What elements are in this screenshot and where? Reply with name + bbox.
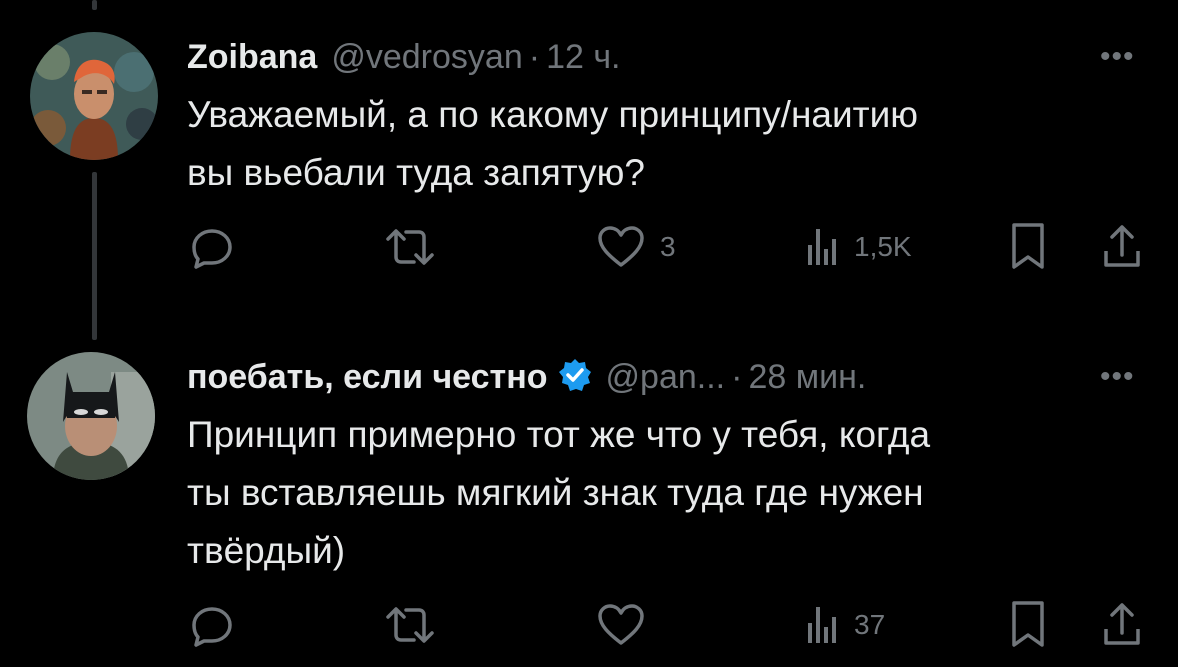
retweet-button[interactable] bbox=[382, 223, 438, 271]
author-handle[interactable]: @vedrosyan bbox=[331, 38, 522, 77]
tweet-text-line: твёрдый) bbox=[187, 530, 346, 571]
more-options-button[interactable]: ••• bbox=[1100, 40, 1135, 74]
reply-icon bbox=[192, 607, 232, 647]
like-button[interactable] bbox=[596, 601, 660, 649]
bookmark-button[interactable] bbox=[1008, 599, 1048, 649]
timestamp[interactable]: 12 ч. bbox=[546, 38, 620, 77]
tweet-text: Уважаемый, а по какому принципу/наитию в… bbox=[187, 86, 1147, 202]
avatar[interactable] bbox=[27, 352, 155, 480]
views-button[interactable]: 37 bbox=[804, 601, 885, 649]
view-count: 1,5K bbox=[854, 231, 912, 262]
share-button[interactable] bbox=[1100, 221, 1144, 271]
author-handle[interactable]: @pan... bbox=[606, 358, 726, 397]
reply-button[interactable] bbox=[188, 223, 236, 271]
separator-dot: · bbox=[528, 38, 541, 76]
tweet-text-line: Принцип примерно тот же что у тебя, когд… bbox=[187, 414, 931, 455]
tweet-actions: 3 1,5K bbox=[0, 218, 1178, 278]
tweet-header: поебать, если честно @pan... · 28 мин. bbox=[187, 358, 866, 401]
separator-dot: · bbox=[731, 358, 743, 396]
share-button[interactable] bbox=[1100, 599, 1144, 649]
view-count: 37 bbox=[854, 609, 886, 640]
timestamp[interactable]: 28 мин. bbox=[748, 358, 866, 397]
like-count: 3 bbox=[660, 231, 676, 262]
reply-icon bbox=[192, 229, 232, 269]
views-icon bbox=[808, 229, 836, 265]
tweet-text-line: вы вьебали туда запятую? bbox=[187, 152, 645, 193]
heart-icon bbox=[598, 604, 644, 645]
author-name[interactable]: Zoibana bbox=[187, 38, 317, 77]
avatar[interactable] bbox=[30, 32, 158, 160]
bookmark-icon bbox=[1012, 601, 1044, 647]
reply-button[interactable] bbox=[188, 601, 236, 649]
bookmark-button[interactable] bbox=[1008, 221, 1048, 271]
tweet-header: Zoibana @vedrosyan · 12 ч. bbox=[187, 38, 621, 77]
share-icon bbox=[1104, 603, 1140, 645]
like-button[interactable]: 3 bbox=[596, 223, 676, 271]
retweet-button[interactable] bbox=[382, 601, 438, 649]
thread-line bbox=[92, 0, 97, 10]
tweet-text: Принцип примерно тот же что у тебя, когд… bbox=[187, 406, 1147, 580]
retweet-icon bbox=[386, 607, 434, 643]
author-name[interactable]: поебать, если честно bbox=[187, 358, 548, 397]
tweet-text-line: Уважаемый, а по какому принципу/наитию bbox=[187, 94, 918, 135]
more-options-button[interactable]: ••• bbox=[1100, 360, 1135, 394]
views-button[interactable]: 1,5K bbox=[804, 223, 912, 271]
bookmark-icon bbox=[1012, 223, 1044, 269]
views-icon bbox=[808, 607, 836, 643]
retweet-icon bbox=[386, 229, 434, 265]
share-icon bbox=[1104, 225, 1140, 267]
verified-badge-icon bbox=[558, 358, 592, 401]
tweet-actions: 37 bbox=[0, 596, 1178, 656]
heart-icon bbox=[598, 226, 644, 267]
tweet-text-line: ты вставляешь мягкий знак туда где нужен bbox=[187, 472, 924, 513]
